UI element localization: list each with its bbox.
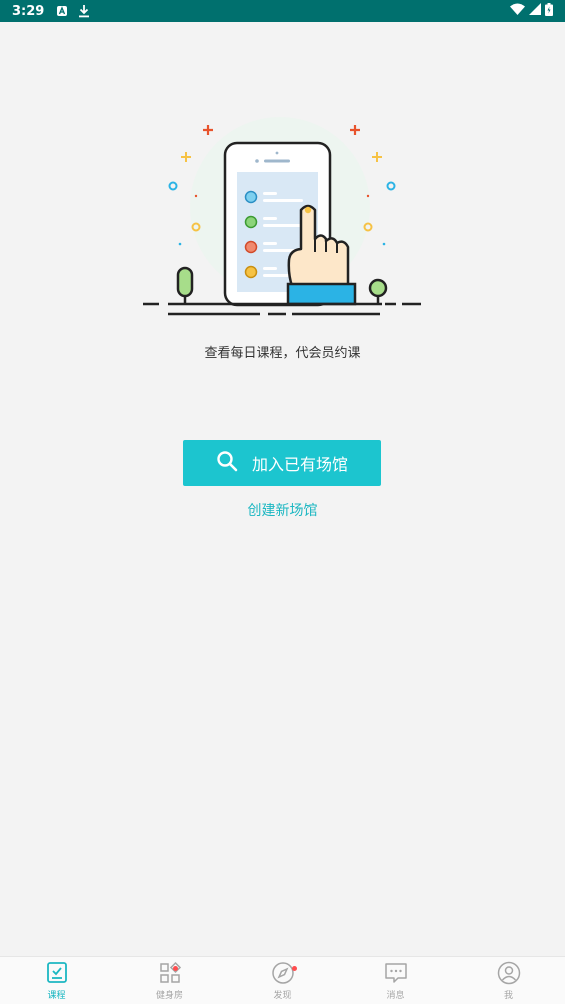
tab-profile[interactable]: 我	[452, 957, 565, 1004]
join-existing-venue-button[interactable]: 加入已有场馆	[183, 440, 381, 486]
tab-course-label: 课程	[47, 991, 66, 1001]
empty-state-description: 查看每日课程，代会员约课	[204, 346, 361, 361]
empty-state-illustration	[140, 112, 425, 322]
status-time: 3:29	[12, 3, 45, 19]
discover-icon	[271, 962, 294, 984]
tab-discover-label: 发现	[273, 991, 292, 1001]
tab-discover[interactable]: 发现	[226, 957, 339, 1004]
tab-gym-label: 健身房	[155, 991, 183, 1001]
profile-icon	[497, 961, 520, 985]
create-new-venue-link[interactable]: 创建新场馆	[0, 500, 565, 520]
battery-icon	[545, 2, 553, 20]
bottom-tab-bar: 课程 健身房 发现 消息 我	[0, 956, 565, 1004]
join-button-label: 加入已有场馆	[251, 455, 348, 474]
tab-gym[interactable]: 健身房	[113, 957, 226, 1004]
tab-profile-label: 我	[503, 991, 513, 1001]
download-icon	[78, 4, 90, 18]
signal-icon	[529, 3, 541, 19]
course-icon	[46, 962, 67, 983]
app-notification-icon	[56, 5, 68, 17]
gym-badge	[173, 966, 178, 971]
tab-message-label: 消息	[386, 991, 405, 1001]
tab-message[interactable]: 消息	[339, 957, 452, 1004]
status-bar: 3:29	[0, 0, 565, 22]
gym-icon	[159, 961, 181, 983]
message-icon	[384, 963, 407, 983]
search-icon	[216, 450, 238, 476]
wifi-icon	[510, 3, 525, 19]
tab-course[interactable]: 课程	[0, 957, 113, 1004]
discover-badge	[292, 966, 297, 971]
